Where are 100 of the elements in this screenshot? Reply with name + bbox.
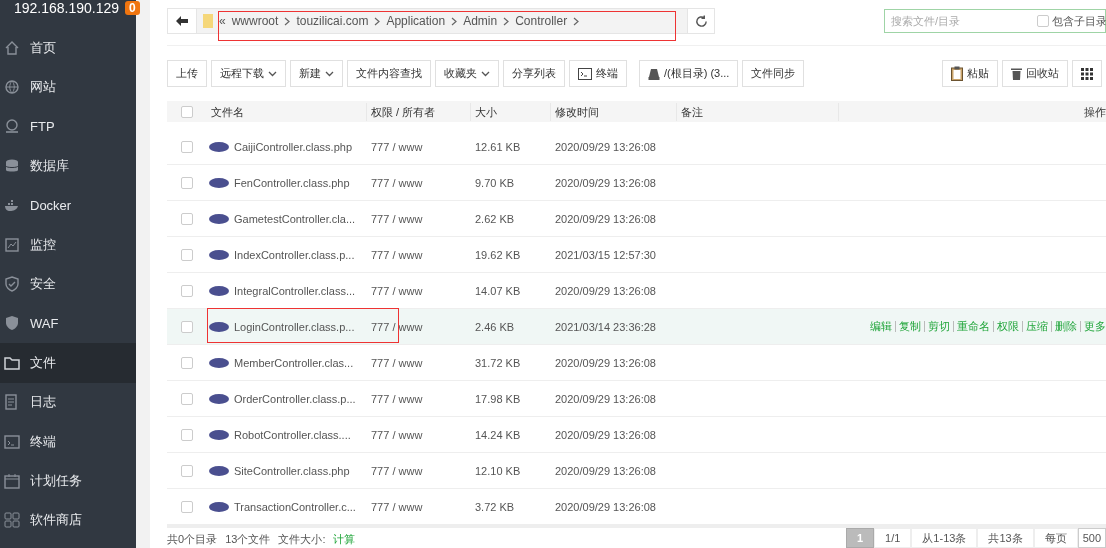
sidebar-item[interactable]: 安全 [0, 264, 136, 304]
sidebar-item[interactable]: 计划任务 [0, 461, 136, 501]
shield-icon [4, 315, 20, 332]
file-name[interactable]: LoginController.class.p... [234, 320, 355, 333]
row-checkbox[interactable] [181, 500, 193, 513]
sidebar-item[interactable]: 数据库 [0, 146, 136, 186]
file-name[interactable]: FenController.class.php [234, 176, 350, 189]
row-checkbox[interactable] [181, 284, 193, 297]
page-size-select[interactable]: 500 [1077, 528, 1106, 548]
refresh-button[interactable] [687, 8, 715, 34]
row-checkbox[interactable] [181, 356, 193, 369]
sidebar-item[interactable]: 日志 [0, 382, 136, 422]
terminal-icon [578, 67, 592, 80]
toolbar-button[interactable]: 回收站 [1002, 60, 1068, 87]
caret-icon [325, 70, 334, 77]
table-cell-text: 17.98 KB [474, 392, 522, 405]
summary-text: 共0个目录 [167, 532, 218, 547]
sidebar-item[interactable]: 文件 [0, 343, 136, 383]
table-row[interactable]: IndexController.class.p... 777 / www 19.62 KB 2021/03/15 12:57:30 [167, 237, 1106, 273]
search-box[interactable]: 搜索文件/目录 包含子目录 [884, 9, 1106, 33]
table-cell-text: 12.61 KB [474, 140, 522, 153]
toolbar-button[interactable]: 文件同步 [742, 60, 805, 87]
chevron-right-icon [573, 16, 580, 26]
row-checkbox[interactable] [181, 248, 193, 261]
table-cell-text: 19.62 KB [474, 248, 522, 261]
table-cell-text: 2020/09/29 13:26:08 [554, 140, 657, 153]
row-checkbox[interactable] [181, 464, 193, 477]
toolbar-button[interactable]: 粘贴 [942, 60, 998, 87]
table-cell-text: 777 / www [370, 140, 424, 153]
table-row[interactable]: OrderController.class.p... 777 / www 17.98 KB 2020/09/29 13:26:08 [167, 381, 1106, 417]
whale-icon [4, 197, 20, 214]
sidebar-item[interactable]: WAF [0, 303, 136, 344]
database-icon [4, 157, 20, 174]
sidebar-item[interactable]: 首页 [0, 28, 136, 68]
table-row[interactable]: LoginController.class.p... 777 / www 2.46 KB 2021/03/14 23:36:28 编辑 复制 剪切 重命名 权限 压缩 删除 更多 [167, 309, 1106, 345]
calendar-icon [4, 473, 20, 489]
sidebar-item[interactable]: 终端 [0, 421, 136, 462]
breadcrumb-link[interactable]: Application [386, 14, 446, 28]
toolbar-button[interactable]: 终端 [569, 60, 627, 87]
back-button[interactable] [167, 8, 197, 34]
php-file-icon [209, 321, 229, 332]
table-cell-text: 777 / www [370, 176, 424, 189]
toolbar-button[interactable]: 收藏夹 [435, 60, 499, 87]
toolbar-button[interactable]: 分享列表 [503, 60, 565, 87]
file-name[interactable]: CaijiController.class.php [234, 140, 352, 153]
notification-badge: 0 [125, 1, 140, 15]
table-row[interactable]: CaijiController.class.php 777 / www 12.61 KB 2020/09/29 13:26:08 [167, 129, 1106, 165]
sidebar-item[interactable]: 软件商店 [0, 500, 136, 541]
column-header: 大小 [475, 105, 497, 118]
file-name[interactable]: IndexController.class.p... [234, 248, 355, 261]
file-name[interactable]: OrderController.class.p... [234, 392, 356, 405]
sidebar-item[interactable]: Docker [0, 185, 136, 225]
php-file-icon [209, 213, 229, 224]
file-name[interactable]: SiteController.class.php [234, 464, 350, 477]
row-checkbox[interactable] [181, 140, 193, 153]
sidebar-item[interactable]: 监控 [0, 224, 136, 265]
table-cell-text: 777 / www [370, 428, 424, 441]
table-row[interactable]: TransactionController.c... 777 / www 3.72 KB 2020/09/29 13:26:08 [167, 489, 1106, 525]
folder-icon [4, 354, 20, 371]
sidebar-item[interactable]: FTP [0, 106, 136, 147]
table-row[interactable]: SiteController.class.php 777 / www 12.10 KB 2020/09/29 13:26:08 [167, 453, 1106, 489]
toolbar-button[interactable]: 上传 [167, 60, 207, 87]
file-name[interactable]: MemberController.clas... [234, 356, 354, 369]
table-cell-text: 777 / www [370, 284, 424, 297]
php-file-icon [209, 249, 229, 260]
row-checkbox[interactable] [181, 176, 193, 189]
root-button[interactable]: « [219, 14, 226, 28]
file-name[interactable]: TransactionController.c... [234, 500, 356, 513]
toolbar-button[interactable]: 远程下载 [211, 60, 286, 87]
table-row[interactable]: MemberController.clas... 777 / www 31.72 KB 2020/09/29 13:26:08 [167, 345, 1106, 381]
select-all-checkbox[interactable] [181, 105, 193, 118]
view-toggle-button[interactable] [1072, 60, 1102, 87]
breadcrumb-link[interactable]: wwwroot [231, 14, 279, 28]
table-cell-text: 2.46 KB [474, 320, 516, 333]
table-cell-text: 777 / www [370, 464, 424, 477]
breadcrumb-link[interactable]: Admin [463, 14, 498, 28]
row-checkbox[interactable] [181, 428, 193, 441]
checkbox[interactable] [1037, 15, 1049, 27]
arrow-left-icon [176, 16, 188, 26]
sidebar-item[interactable]: 网站 [0, 67, 136, 107]
file-name[interactable]: RobotController.class.... [234, 428, 351, 441]
row-checkbox[interactable] [181, 212, 193, 225]
file-name[interactable]: GametestController.cla... [234, 212, 356, 225]
toolbar-button[interactable]: 文件内容查找 [347, 60, 431, 87]
table-cell-text: 777 / www [370, 248, 424, 261]
file-name[interactable]: IntegralController.class... [234, 284, 356, 297]
table-row[interactable]: GametestController.cla... 777 / www 2.62 KB 2020/09/29 13:26:08 [167, 201, 1106, 237]
table-row[interactable]: RobotController.class.... 777 / www 14.24 KB 2020/09/29 13:26:08 [167, 417, 1106, 453]
toolbar-button[interactable]: 新建 [290, 60, 343, 87]
toolbar-button[interactable]: /(根目录) (3... [639, 60, 739, 87]
refresh-icon [694, 14, 708, 28]
breadcrumb-link[interactable]: touzilicai.com [296, 14, 369, 28]
php-file-icon [209, 177, 229, 188]
row-checkbox[interactable] [181, 320, 193, 333]
search-field[interactable]: 搜索文件/目录 [891, 15, 1031, 27]
breadcrumb-link[interactable]: Controller [515, 14, 568, 28]
table-row[interactable]: FenController.class.php 777 / www 9.70 KB 2020/09/29 13:26:08 [167, 165, 1106, 201]
row-checkbox[interactable] [181, 392, 193, 405]
php-file-icon [209, 141, 229, 152]
checkbox-label: 包含子目录 [1052, 13, 1106, 29]
